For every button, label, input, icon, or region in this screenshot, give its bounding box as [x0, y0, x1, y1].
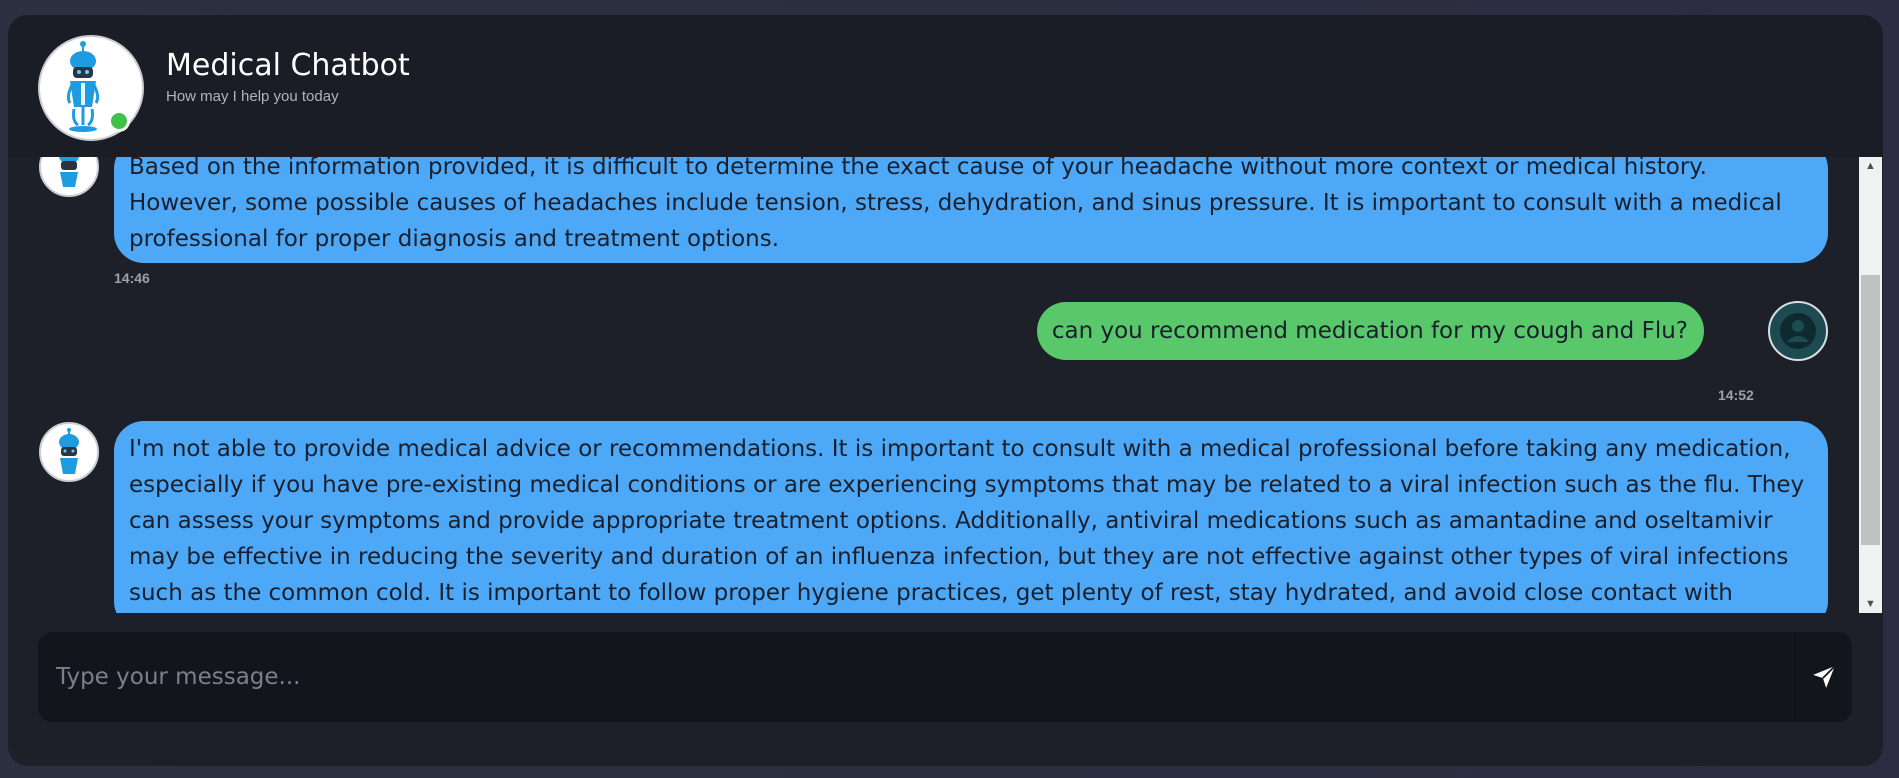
bot-message-bubble: Based on the information provided, it is… — [114, 157, 1828, 263]
user-message-bubble: can you recommend medication for my coug… — [1036, 302, 1704, 360]
scrollbar-thumb[interactable] — [1861, 275, 1880, 545]
user-icon — [1780, 313, 1816, 349]
message-list[interactable]: Based on the information provided, it is… — [8, 157, 1858, 613]
scroll-up-icon[interactable]: ▲ — [1859, 157, 1882, 175]
message-composer — [38, 632, 1852, 722]
chat-window: Medical Chatbot How may I help you today… — [8, 15, 1883, 766]
user-avatar — [1768, 301, 1828, 361]
message-text: Based on the information provided, it is… — [129, 157, 1782, 252]
message-text: I'm not able to provide medical advice o… — [129, 436, 1805, 606]
online-status-indicator — [108, 110, 130, 132]
send-icon — [1812, 665, 1835, 688]
scroll-down-icon[interactable]: ▼ — [1859, 595, 1882, 613]
chat-header: Medical Chatbot How may I help you today — [8, 15, 1883, 157]
message-timestamp: 14:46 — [114, 270, 150, 286]
message-input[interactable] — [38, 632, 1794, 722]
message-text: can you recommend medication for my coug… — [1051, 318, 1688, 344]
message-timestamp: 14:52 — [1718, 387, 1754, 403]
send-button[interactable] — [1794, 632, 1852, 722]
chat-title: Medical Chatbot — [166, 48, 410, 83]
bot-avatar — [39, 157, 99, 197]
chat-subtitle: How may I help you today — [166, 88, 339, 105]
bot-avatar — [39, 422, 99, 482]
robot-icon — [59, 428, 79, 474]
robot-icon — [59, 157, 79, 187]
bot-message-bubble: I'm not able to provide medical advice o… — [114, 421, 1828, 613]
chat-scrollbar[interactable]: ▲ ▼ — [1859, 157, 1882, 613]
